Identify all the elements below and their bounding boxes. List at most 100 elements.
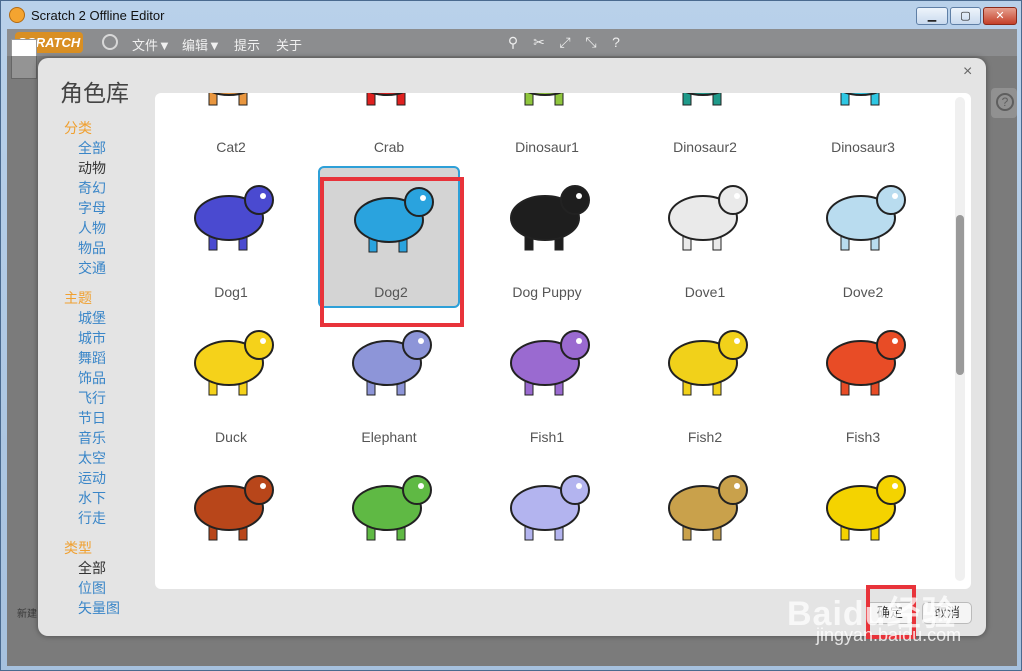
- sprite-item[interactable]: [318, 456, 460, 589]
- duplicate-stamp-icon[interactable]: ⚲: [505, 34, 521, 50]
- sprite-item[interactable]: Elephant: [318, 311, 460, 453]
- sprite-item[interactable]: Dove1: [634, 166, 776, 308]
- selection-highlight: [320, 177, 464, 327]
- category-animals[interactable]: 动物: [64, 158, 164, 178]
- sprite-item[interactable]: Dog1: [160, 166, 302, 308]
- close-window-button[interactable]: ✕: [983, 7, 1017, 25]
- maximize-button[interactable]: ▢: [950, 7, 981, 25]
- type-all[interactable]: 全部: [64, 558, 164, 578]
- sprite-name: Dinosaur1: [515, 139, 579, 155]
- sprite-name: Cat2: [216, 139, 246, 155]
- sprite-thumbnail-icon: [668, 475, 748, 541]
- category-transport[interactable]: 交通: [64, 258, 164, 278]
- sprite-name: Fish3: [845, 429, 881, 445]
- dialog-title: 角色库: [60, 80, 129, 106]
- sprite-item[interactable]: Cat2: [160, 93, 302, 163]
- category-all[interactable]: 全部: [64, 138, 164, 158]
- sprite-name: Duck: [215, 429, 247, 445]
- sprite-item[interactable]: Fish3: [792, 311, 934, 453]
- theme-walking[interactable]: 行走: [64, 508, 164, 528]
- help-block-icon[interactable]: ?: [608, 34, 624, 50]
- sprite-thumbnail-icon: [510, 330, 590, 396]
- sprite-thumbnail-icon: [194, 475, 274, 541]
- scrollbar-thumb[interactable]: [956, 215, 964, 375]
- sprite-thumbnail-icon: [510, 475, 590, 541]
- sprite-item[interactable]: [476, 456, 618, 589]
- theme-underwater[interactable]: 水下: [64, 488, 164, 508]
- title-bar: Scratch 2 Offline Editor ▁ ▢ ✕: [1, 1, 1021, 29]
- theme-castle[interactable]: 城堡: [64, 308, 164, 328]
- theme-holiday[interactable]: 节日: [64, 408, 164, 428]
- type-heading: 类型: [64, 540, 92, 556]
- baidu-watermark-url: jingyan.baidu.com: [816, 625, 962, 645]
- type-vector[interactable]: 矢量图: [64, 598, 164, 618]
- category-fantasy[interactable]: 奇幻: [64, 178, 164, 198]
- menu-edit[interactable]: 编辑▼: [182, 35, 221, 54]
- sprite-item[interactable]: Dove2: [792, 166, 934, 308]
- sprite-library-grid: Cat2 Crab Dinosaur1 Dinosaur2 Dinosaur3 Dog1 D…: [155, 93, 971, 589]
- dialog-close-icon[interactable]: ×: [963, 63, 972, 81]
- sprite-name: Dove1: [684, 284, 726, 300]
- minimize-button[interactable]: ▁: [916, 7, 948, 25]
- sprite-thumbnail-icon: [510, 185, 590, 251]
- window-title: Scratch 2 Offline Editor: [31, 8, 165, 23]
- sprite-thumbnail-icon: [524, 93, 564, 106]
- sprite-item[interactable]: Dog Puppy: [476, 166, 618, 308]
- theme-space[interactable]: 太空: [64, 448, 164, 468]
- sprite-thumbnail-icon: [194, 185, 274, 251]
- sprite-thumbnail-icon: [668, 330, 748, 396]
- sprite-item[interactable]: [634, 456, 776, 589]
- app-window: Scratch 2 Offline Editor ▁ ▢ ✕ SCRATCH 文…: [0, 0, 1022, 671]
- category-people[interactable]: 人物: [64, 218, 164, 238]
- sprite-item[interactable]: Dinosaur1: [476, 93, 618, 163]
- theme-music[interactable]: 音乐: [64, 428, 164, 448]
- library-sidebar: 分类 全部 动物 奇幻 字母 人物 物品 交通 主题 城堡 城市 舞蹈 饰品 飞…: [64, 118, 164, 618]
- sprite-item[interactable]: [160, 456, 302, 589]
- sprite-thumbnail-icon: [208, 93, 248, 106]
- sprite-item[interactable]: Dinosaur2: [634, 93, 776, 163]
- sprite-thumbnail-icon: [352, 475, 432, 541]
- theme-sports[interactable]: 运动: [64, 468, 164, 488]
- sprite-name: Dog Puppy: [512, 284, 582, 300]
- sprite-name: Fish2: [687, 429, 723, 445]
- sprite-item[interactable]: Fish2: [634, 311, 776, 453]
- sprite-item[interactable]: Duck: [160, 311, 302, 453]
- grow-icon[interactable]: ⤢: [557, 34, 573, 50]
- sprite-thumbnail-icon: [668, 185, 748, 251]
- sprite-name: Dove2: [842, 284, 884, 300]
- theme-city[interactable]: 城市: [64, 328, 164, 348]
- sprite-item[interactable]: Fish1: [476, 311, 618, 453]
- sprite-thumbnail-icon: [366, 93, 406, 106]
- category-heading: 分类: [64, 120, 92, 136]
- sprite-name: Elephant: [361, 429, 417, 445]
- cut-icon[interactable]: ✂: [531, 34, 547, 50]
- sprite-item[interactable]: Crab: [318, 93, 460, 163]
- sprite-thumbnail-icon: [682, 93, 722, 106]
- sprite-thumbnail-icon: [826, 185, 906, 251]
- shrink-icon[interactable]: ⤡: [583, 34, 599, 50]
- sprite-thumbnail-icon: [826, 475, 906, 541]
- theme-heading: 主题: [64, 290, 92, 306]
- library-scrollbar[interactable]: [955, 97, 965, 581]
- type-bitmap[interactable]: 位图: [64, 578, 164, 598]
- category-letters[interactable]: 字母: [64, 198, 164, 218]
- menu-file[interactable]: 文件▼: [132, 35, 171, 54]
- sprite-name: Fish1: [529, 429, 565, 445]
- theme-dance[interactable]: 舞蹈: [64, 348, 164, 368]
- scratch-cat-icon: [9, 7, 25, 23]
- menu-about[interactable]: 关于: [276, 35, 302, 54]
- globe-icon[interactable]: [102, 34, 118, 50]
- sprite-library-dialog: 角色库 × 分类 全部 动物 奇幻 字母 人物 物品 交通 主题 城堡 城市 舞…: [38, 58, 986, 636]
- theme-flying[interactable]: 飞行: [64, 388, 164, 408]
- sprite-name: Crab: [373, 139, 405, 155]
- category-things[interactable]: 物品: [64, 238, 164, 258]
- sprite-thumbnail-icon: [840, 93, 880, 106]
- theme-dress-up[interactable]: 饰品: [64, 368, 164, 388]
- sprite-name: Dinosaur3: [831, 139, 895, 155]
- menu-tips[interactable]: 提示: [234, 35, 260, 54]
- menu-bar: SCRATCH 文件▼ 编辑▼ 提示 关于 ⚲ ✂ ⤢ ⤡ ?: [7, 29, 1017, 56]
- sprite-item[interactable]: [792, 456, 934, 589]
- sprite-thumbnail-icon: [826, 330, 906, 396]
- sprite-thumbnail-icon: [194, 330, 274, 396]
- sprite-item[interactable]: Dinosaur3: [792, 93, 934, 163]
